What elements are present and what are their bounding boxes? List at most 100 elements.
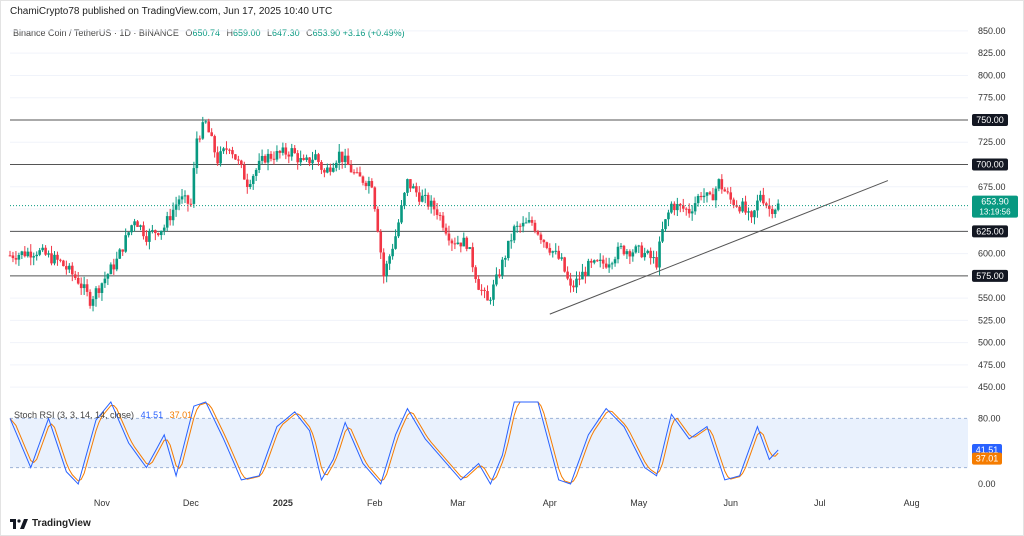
candle-body <box>85 284 89 292</box>
candle-body <box>156 233 160 236</box>
candle-body <box>219 151 222 164</box>
candle-body <box>572 285 575 288</box>
level-tag-label: 625.00 <box>976 226 1004 236</box>
price-tick-label: 725.00 <box>978 137 1006 147</box>
price-axis[interactable]: 450.00475.00500.00525.00550.00600.00650.… <box>978 26 1006 489</box>
candle-body <box>165 216 169 228</box>
candle-body <box>435 209 439 215</box>
candle-body <box>281 147 285 153</box>
candle-body <box>370 181 374 188</box>
candle-body <box>204 121 208 123</box>
candle-body <box>62 260 65 267</box>
candle-body <box>619 245 623 247</box>
candle-body <box>542 239 546 243</box>
stoch-rsi-title[interactable]: Stoch RSI (3, 3, 14, 14, close) <box>14 410 134 420</box>
candle-body <box>501 259 504 276</box>
time-tick-label: Aug <box>904 498 920 508</box>
trend-line[interactable] <box>549 180 889 315</box>
candle-body <box>741 201 744 212</box>
candle-body <box>453 243 457 245</box>
candle-body <box>637 245 641 247</box>
time-axis[interactable]: Nov Dec 2025 Feb Mar Apr May Jun Jul Aug <box>94 498 920 508</box>
candle-body <box>308 157 311 164</box>
candle-body <box>133 221 136 226</box>
candle-body <box>323 169 326 173</box>
grid <box>10 30 968 388</box>
candle-body <box>702 195 706 198</box>
candle-body <box>391 248 394 257</box>
candle-body <box>59 259 62 261</box>
candle-body <box>198 138 202 140</box>
candle-body <box>471 247 474 268</box>
candle-body <box>530 220 534 223</box>
horizontal-levels[interactable] <box>10 119 968 277</box>
time-tick-label: Mar <box>450 498 466 508</box>
candle-body <box>750 211 753 218</box>
candle-body <box>610 263 614 265</box>
candle-body <box>554 250 558 252</box>
candle-body <box>326 167 329 173</box>
candle-body <box>696 195 700 204</box>
candle-body <box>432 200 436 210</box>
candle-body <box>225 148 228 150</box>
candle-body <box>690 211 694 214</box>
candle-body <box>23 251 27 257</box>
candle-body <box>693 203 697 212</box>
candle-body <box>747 211 750 213</box>
candle-body <box>726 191 730 193</box>
current-price-label: 653.90 <box>981 197 1009 207</box>
candle-body <box>661 229 664 242</box>
tradingview-logo-icon <box>10 518 28 529</box>
candle-body <box>130 225 133 233</box>
candle-body <box>426 194 430 207</box>
candle-body <box>714 188 718 201</box>
candle-body <box>406 179 409 193</box>
candle-body <box>32 256 36 258</box>
candle-body <box>504 258 507 260</box>
tradingview-logo[interactable]: TradingView <box>10 518 91 529</box>
candle-body <box>248 184 252 187</box>
candle-body <box>97 288 101 293</box>
candle-body <box>394 236 397 249</box>
candle-body <box>142 225 145 237</box>
candle-body <box>652 257 655 259</box>
candle-body <box>44 247 47 255</box>
candle-body <box>420 195 424 202</box>
candle-body <box>563 257 566 272</box>
level-tag-label: 575.00 <box>976 271 1004 281</box>
candle-body <box>171 209 175 221</box>
candle-body <box>361 176 365 183</box>
candle-body <box>76 277 80 284</box>
candle-body <box>334 162 338 168</box>
candle-body <box>415 186 418 193</box>
candle-body <box>655 257 658 268</box>
candle-body <box>376 209 380 232</box>
stoch-tick-label: 0.00 <box>978 479 996 489</box>
candle-body <box>646 250 649 253</box>
time-tick-label: Dec <box>183 498 200 508</box>
price-chart[interactable]: 450.00475.00500.00525.00550.00600.00650.… <box>0 0 1024 536</box>
candle-body <box>11 255 15 259</box>
time-tick-label: Feb <box>367 498 383 508</box>
candle-body <box>557 250 560 259</box>
candle-body <box>296 153 299 163</box>
candle-body <box>658 241 661 268</box>
candle-body <box>284 147 288 155</box>
candle-body <box>717 179 721 189</box>
candle-body <box>631 252 635 257</box>
candle-body <box>299 158 302 163</box>
candle-body <box>403 192 406 206</box>
candle-body <box>595 260 599 262</box>
candle-body <box>468 247 472 249</box>
candle-body <box>515 225 519 227</box>
candle-body <box>56 254 59 260</box>
candle-body <box>634 246 638 253</box>
candle-body <box>569 278 572 286</box>
candle-body <box>498 274 501 276</box>
price-tick-label: 600.00 <box>978 249 1006 259</box>
candle-body <box>578 278 581 280</box>
candle-body <box>720 179 724 190</box>
candle-body <box>480 289 483 291</box>
candle-body <box>640 245 644 258</box>
candle-body <box>776 203 780 210</box>
